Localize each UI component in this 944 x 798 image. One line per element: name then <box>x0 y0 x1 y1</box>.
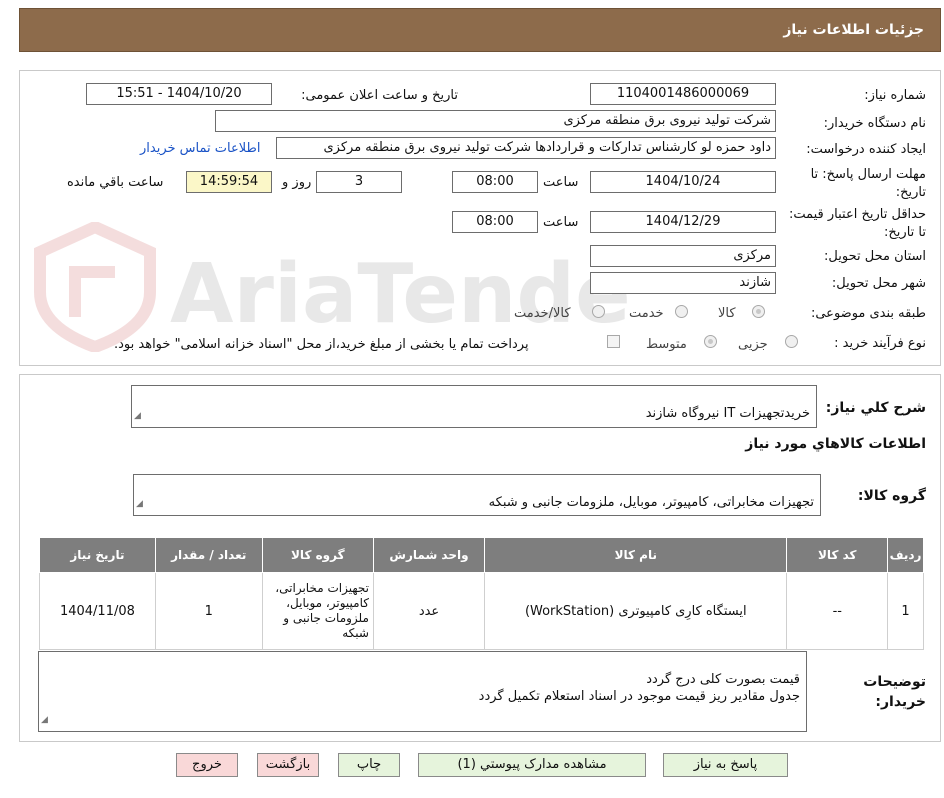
page-title: جزئیات اطلاعات نیاز <box>783 22 924 38</box>
resize-handle-icon[interactable]: ◢ <box>41 712 48 729</box>
creator-label: ایجاد کننده درخواست: <box>806 142 926 157</box>
col-header-group: گروه کالا <box>261 537 374 573</box>
creator-field: داود حمزه لو کارشناس تدارکات و قراردادها… <box>276 137 776 159</box>
category-option-goods-service: کالا/خدمت <box>514 306 571 321</box>
goods-group-label: گروه کالا: <box>857 488 926 504</box>
need-number-label: شماره نیاز: <box>864 88 926 103</box>
cell-date: 1404/11/08 <box>39 572 156 650</box>
category-radio-goods-service[interactable] <box>592 305 605 318</box>
cell-quantity: 1 <box>154 572 263 650</box>
validity-time-field: 08:00 <box>452 211 538 233</box>
process-radio-minor[interactable] <box>785 335 798 348</box>
need-number-field: 1104001486000069 <box>590 83 776 105</box>
print-button[interactable]: چاپ <box>338 753 400 777</box>
remaining-time-field: 14:59:54 <box>186 171 272 193</box>
resize-handle-icon[interactable]: ◢ <box>134 408 141 425</box>
process-option-medium: متوسط <box>646 337 687 352</box>
deadline-label: مهلت ارسال پاسخ: تا تاریخ: <box>810 167 926 200</box>
validity-time-label: ساعت <box>543 215 579 230</box>
col-header-unit: واحد شمارش <box>372 537 486 573</box>
col-header-code: کد کالا <box>786 537 889 573</box>
goods-info-title: اطلاعات کالاهاي مورد نیاز <box>745 436 926 452</box>
summary-textarea[interactable]: خریدتجهیزات IT نیروگاه شازند ◢ <box>131 385 817 428</box>
validity-label: حداقل تاریخ اعتبار قیمت: تا تاریخ: <box>788 207 926 240</box>
process-label: نوع فرآیند خرید : <box>834 336 926 351</box>
deadline-date-field: 1404/10/24 <box>590 171 776 193</box>
buyer-notes-textarea[interactable]: قیمت بصورت کلی درج گردد جدول مقادیر ریز … <box>38 651 807 732</box>
table-row: 1 -- ایستگاه کارِی کامپیوتری (WorkStatio… <box>39 572 924 650</box>
deadline-time-label: ساعت <box>543 175 579 190</box>
city-label: شهر محل تحویل: <box>831 276 926 291</box>
announce-field: 1404/10/20 - 15:51 <box>86 83 272 105</box>
category-radio-goods[interactable] <box>752 305 765 318</box>
buyer-contact-link[interactable]: اطلاعات تماس خریدار <box>140 141 260 156</box>
cell-unit: عدد <box>372 572 486 650</box>
days-field: 3 <box>316 171 402 193</box>
goods-group-text: تجهیزات مخابراتی، کامپیوتر، موبایل، ملزو… <box>488 495 814 510</box>
cell-group: تجهیزات مخابراتی، کامپیوتر، موبایل، ملزو… <box>261 572 374 650</box>
buyer-notes-label: توضیحات خریدار: <box>863 674 926 710</box>
attachments-button[interactable]: مشاهده مدارک پیوستي (1) <box>418 753 646 777</box>
province-label: استان محل تحویل: <box>824 249 926 264</box>
summary-text: خریدتجهیزات IT نیروگاه شازند <box>645 406 810 421</box>
cell-row-number: 1 <box>887 572 924 650</box>
province-field: مرکزی <box>590 245 776 267</box>
col-header-name: نام کالا <box>484 537 788 573</box>
col-header-row-number: ردیف <box>887 537 924 573</box>
table-header-row: ردیف کد کالا نام کالا واحد شمارش گروه کا… <box>39 537 924 573</box>
validity-date-field: 1404/12/29 <box>590 211 776 233</box>
treasury-note: پرداخت تمام یا بخشی از مبلغ خرید،از محل … <box>114 337 529 352</box>
resize-handle-icon[interactable]: ◢ <box>136 496 143 513</box>
items-table: ردیف کد کالا نام کالا واحد شمارش گروه کا… <box>39 537 924 650</box>
days-label: روز و <box>282 175 312 190</box>
buyer-notes-text: قیمت بصورت کلی درج گردد جدول مقادیر ریز … <box>478 672 800 704</box>
reply-button[interactable]: پاسخ به نیاز <box>663 753 788 777</box>
cell-name: ایستگاه کارِی کامپیوتری (WorkStation) <box>484 572 788 650</box>
deadline-time-field: 08:00 <box>452 171 538 193</box>
cell-code: -- <box>786 572 889 650</box>
col-header-date: تاریخ نیاز <box>39 537 156 573</box>
process-radio-medium[interactable] <box>704 335 717 348</box>
back-button[interactable]: بازگشت <box>257 753 319 777</box>
category-option-service: خدمت <box>629 306 664 321</box>
process-option-minor: جزیی <box>738 337 768 352</box>
buyer-org-field: شرکت تولید نیروی برق منطقه مرکزی <box>215 110 776 132</box>
goods-group-textarea[interactable]: تجهیزات مخابراتی، کامپیوتر، موبایل، ملزو… <box>133 474 821 516</box>
summary-label: شرح کلي نیاز: <box>825 400 926 416</box>
city-field: شازند <box>590 272 776 294</box>
col-header-quantity: تعداد / مقدار <box>154 537 263 573</box>
page-header: جزئیات اطلاعات نیاز <box>19 8 941 52</box>
category-radio-service[interactable] <box>675 305 688 318</box>
buyer-org-label: نام دستگاه خریدار: <box>823 116 926 131</box>
category-option-goods: کالا <box>718 306 736 321</box>
remaining-label: ساعت باقي مانده <box>67 175 164 190</box>
announce-label: تاریخ و ساعت اعلان عمومی: <box>301 88 458 103</box>
treasury-checkbox[interactable] <box>607 335 620 348</box>
exit-button[interactable]: خروج <box>176 753 238 777</box>
category-label: طبقه بندی موضوعی: <box>810 306 926 321</box>
